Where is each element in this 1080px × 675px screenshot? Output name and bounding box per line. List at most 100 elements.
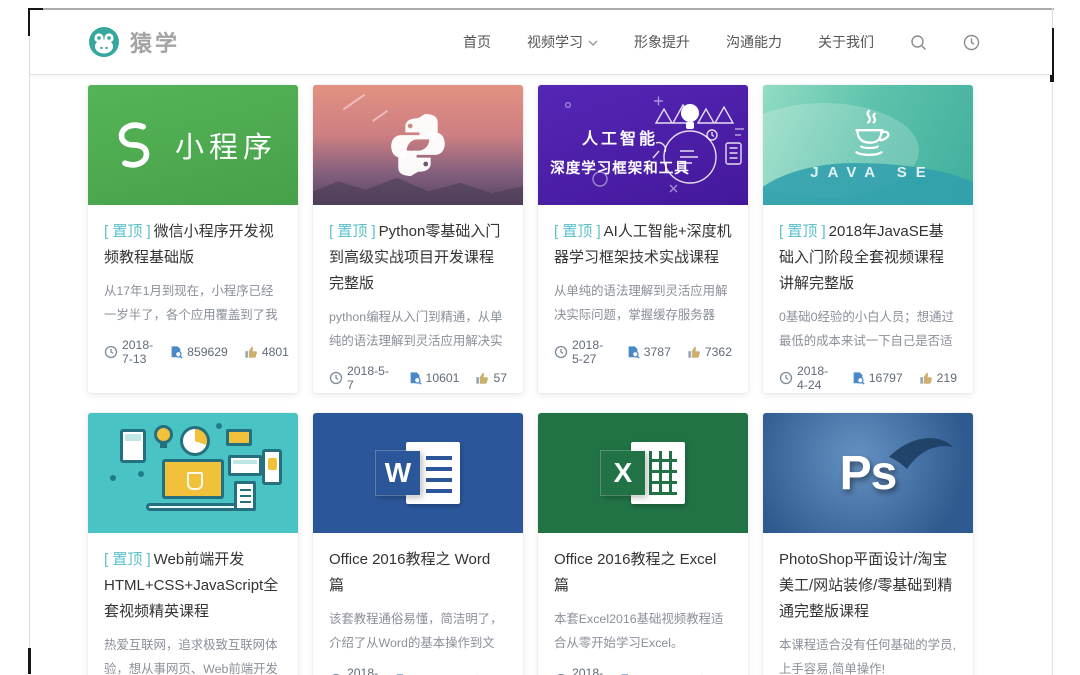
card-title[interactable]: [ 置顶 ]微信小程序开发视频教程基础版	[104, 219, 282, 271]
nav-item-video-learning[interactable]: 视频学习	[527, 32, 598, 52]
clock-icon	[779, 371, 793, 385]
card-thumbnail-excel[interactable]: X	[538, 413, 748, 533]
nav-item-about-us[interactable]: 关于我们	[818, 32, 874, 52]
envelope-icon	[226, 429, 252, 446]
brand-logo[interactable]: 猿学	[88, 26, 180, 58]
pinned-badge: [ 置顶 ]	[329, 223, 376, 240]
card-description: 从17年1月到现在，小程序已经一岁半了，各个应用覆盖到了我们生活的方方面	[104, 279, 282, 327]
views-icon	[851, 371, 865, 385]
pinned-badge: [ 置顶 ]	[104, 223, 151, 240]
date-stat: 2018-7-16	[554, 666, 603, 675]
card-stats: 2018-5-7 10601 57	[329, 363, 507, 393]
search-button[interactable]	[910, 34, 927, 51]
card-thumbnail-webdev[interactable]	[88, 413, 298, 533]
views-value: 10601	[426, 371, 460, 385]
views-icon	[408, 371, 422, 385]
views-stat: 3787	[626, 345, 671, 359]
swoosh-decoration	[763, 413, 973, 533]
card-stats: 2018-4-24 16797 219	[779, 363, 957, 393]
card-title[interactable]: Office 2016教程之 Word 篇	[329, 547, 507, 599]
card-title[interactable]: [ 置顶 ]Python零基础入门到高级实战项目开发课程完整版	[329, 219, 507, 297]
ai-title-line1: 人工智能	[544, 125, 696, 149]
excel-tile: X	[601, 451, 645, 495]
card-thumbnail-word[interactable]: W	[313, 413, 523, 533]
views-value: 16797	[869, 371, 903, 385]
date-stat: 2018-4-24	[779, 364, 835, 392]
card-title[interactable]: [ 置顶 ]Web前端开发HTML+CSS+JavaScript全套视频精英课程	[104, 547, 282, 625]
card-description: 0基础0经验的小白人员；想通过最低的成本来试一下自己是否适合做Java编程相关	[779, 305, 957, 353]
window-frame-corner	[28, 648, 31, 674]
thumbs-up-icon	[919, 371, 933, 385]
course-card: [ 置顶 ]Python零基础入门到高级实战项目开发课程完整版 python编程…	[313, 85, 523, 393]
card-thumbnail-ai[interactable]: 人工智能 深度学习框架和工具	[538, 85, 748, 205]
webdev-illustration	[88, 413, 298, 533]
card-stats: 2018-5-27 3787 7362	[554, 337, 732, 367]
card-thumbnail-python[interactable]	[313, 85, 523, 205]
ai-title-line2: 深度学习框架和工具	[544, 157, 696, 178]
likes-stat: 57	[475, 371, 507, 385]
window-frame-left	[29, 8, 30, 675]
browser-window-icon	[228, 455, 262, 476]
dot-decoration	[138, 471, 144, 477]
date-value: 2018-7-16	[347, 666, 378, 675]
likes-value: 4801	[262, 345, 289, 359]
card-title[interactable]: PhotoShop平面设计/淘宝美工/网站装修/零基础到精通完整版课程	[779, 547, 957, 625]
views-stat: 10601	[408, 371, 460, 385]
date-stat: 2018-5-27	[554, 338, 610, 366]
course-card: 小程序 [ 置顶 ]微信小程序开发视频教程基础版 从17年1月到现在，小程序已经…	[88, 85, 298, 393]
python-icon	[387, 114, 449, 176]
card-stats: 2018-7-16 454821 1265	[554, 665, 732, 675]
thumbs-up-icon	[244, 345, 258, 359]
meteor-decoration	[343, 94, 365, 111]
miniprogram-icon	[109, 120, 159, 170]
meteor-decoration	[372, 110, 388, 122]
card-thumbnail-photoshop[interactable]: Ps	[763, 413, 973, 533]
nav-item-communication[interactable]: 沟通能力	[726, 32, 782, 52]
card-description: python编程从入门到精通，从单纯的语法理解到灵活应用解决实际问题! 适合0基…	[329, 305, 507, 353]
views-icon	[169, 345, 183, 359]
nav-item-home[interactable]: 首页	[463, 32, 491, 52]
card-description: 该套教程通俗易懂，简洁明了，介绍了从Word的基本操作到文字排版、图形操作、	[329, 607, 507, 655]
card-thumbnail-java[interactable]: JAVA SE	[763, 85, 973, 205]
nav-label: 关于我们	[818, 32, 874, 52]
dot-decoration	[216, 423, 222, 429]
date-value: 2018-5-27	[572, 338, 610, 366]
likes-stat: 219	[919, 371, 957, 385]
card-title[interactable]: [ 置顶 ]AI人工智能+深度机器学习框架技术实战课程	[554, 219, 732, 271]
card-description: 本套Excel2016基础视频教程适合从零开始学习Excel。Excel2016…	[554, 607, 732, 655]
likes-value: 219	[937, 371, 957, 385]
java-icon	[839, 109, 897, 161]
course-card: [ 置顶 ]Web前端开发HTML+CSS+JavaScript全套视频精英课程…	[88, 413, 298, 675]
document-lines	[426, 453, 452, 493]
history-button[interactable]	[963, 34, 980, 51]
miniprogram-label: 小程序	[175, 124, 277, 166]
nav-label: 首页	[463, 32, 491, 52]
date-stat: 2018-7-16	[329, 666, 378, 675]
monkey-logo-icon	[88, 26, 120, 58]
thumbs-up-icon	[475, 371, 489, 385]
nav-item-image-improvement[interactable]: 形象提升	[634, 32, 690, 52]
search-icon	[910, 34, 927, 51]
pinned-badge: [ 置顶 ]	[779, 223, 826, 240]
nav-label: 视频学习	[527, 32, 583, 52]
likes-stat: 7362	[687, 345, 732, 359]
nav-label: 沟通能力	[726, 32, 782, 52]
views-stat: 859629	[169, 345, 228, 359]
top-navbar: 猿学 首页 视频学习 形象提升 沟通能力 关于我们	[30, 10, 1052, 75]
card-title[interactable]: Office 2016教程之 Excel 篇	[554, 547, 732, 599]
dot-decoration	[110, 475, 116, 481]
course-card: Ps PhotoShop平面设计/淘宝美工/网站装修/零基础到精通完整版课程 本…	[763, 413, 973, 675]
thumbs-up-icon	[687, 345, 701, 359]
course-card: X Office 2016教程之 Excel 篇 本套Excel2016基础视频…	[538, 413, 748, 675]
card-title-text: Office 2016教程之 Word 篇	[329, 551, 490, 594]
laptop-base	[146, 503, 242, 511]
likes-value: 7362	[705, 345, 732, 359]
card-thumbnail-miniprogram[interactable]: 小程序	[88, 85, 298, 205]
main-nav: 首页 视频学习 形象提升 沟通能力 关于我们	[463, 32, 1052, 52]
clock-icon	[104, 345, 118, 359]
smartphone-icon	[262, 449, 282, 485]
card-title[interactable]: [ 置顶 ]2018年JavaSE基础入门阶段全套视频课程讲解完整版	[779, 219, 957, 297]
document-icon	[234, 481, 256, 511]
spreadsheet-grid	[649, 451, 677, 495]
date-value: 2018-4-24	[797, 364, 835, 392]
